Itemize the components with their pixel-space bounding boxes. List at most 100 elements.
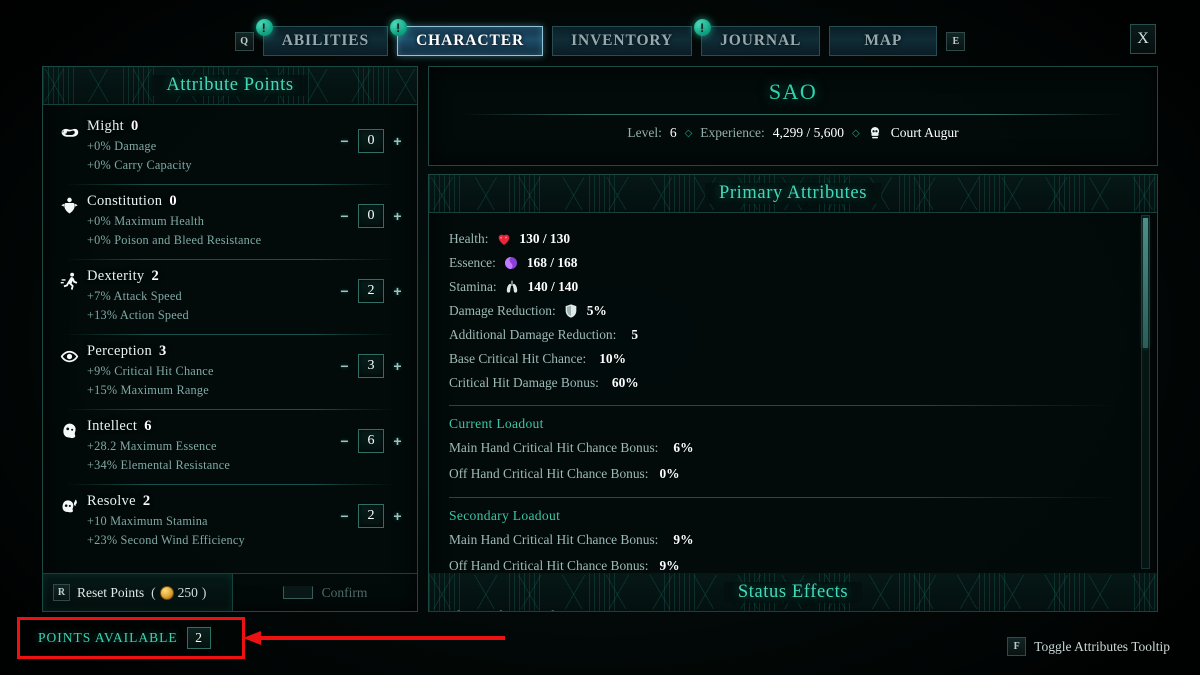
character-info-panel: SAO Level: 6 ◇ Experience: 4,299 / 5,600… (428, 66, 1158, 166)
stat-row-additional-damage-reduction: Additional Damage Reduction: 5 (449, 323, 1157, 347)
decrement-button[interactable]: − (337, 134, 352, 149)
level-value: 6 (669, 125, 677, 140)
notification-badge-icon: ! (694, 19, 712, 36)
next-tab-key-hint: E (946, 31, 966, 51)
status-effect-item: Elemental Accumulation (449, 608, 582, 611)
confirm-button[interactable]: Confirm (233, 574, 417, 611)
tab-abilities[interactable]: ! ABILITIES (255, 19, 389, 56)
crit-damage-bonus-label: Critical Hit Damage Bonus: (449, 375, 599, 390)
toggle-attributes-tooltip-hint[interactable]: F Toggle Attributes Tooltip (1007, 637, 1170, 656)
attribute-value: 2 (358, 279, 384, 303)
tab-character[interactable]: ! CHARACTER (390, 19, 544, 56)
stat-row-essence: Essence: 168 / 168 (449, 251, 1157, 275)
stat-row-current-offhand-crit: Off Hand Critical Hit Chance Bonus: 0% (449, 461, 1157, 487)
attribute-name-resolve: Resolve 2 (87, 493, 151, 509)
tab-inventory[interactable]: INVENTORY (552, 26, 693, 56)
attribute-points-panel: Attribute Points Might 0 +0% Damage +0% C… (42, 66, 418, 612)
attribute-row-perception: Perception 3 +9% Critical Hit Chance +15%… (43, 334, 417, 409)
points-available-value: 2 (186, 627, 211, 649)
tab-map[interactable]: MAP (829, 26, 938, 56)
attribute-row-constitution: Constitution 0 +0% Maximum Health +0% Poi… (43, 184, 417, 259)
stat-row-health: Health: 130 / 130 (449, 227, 1157, 251)
current-mainhand-crit-value: 6% (673, 440, 694, 455)
essence-value: 168 / 168 (526, 255, 578, 270)
decrement-button[interactable]: − (337, 209, 352, 224)
attribute-bonus: +9% Critical Hit Chance (87, 364, 214, 378)
primary-attributes-panel: Primary Attributes Health: 130 / 130 Ess… (428, 174, 1158, 612)
health-value: 130 / 130 (519, 231, 571, 246)
current-offhand-crit-label: Off Hand Critical Hit Chance Bonus: (449, 466, 649, 481)
decrement-button[interactable]: − (337, 284, 352, 299)
increment-button[interactable]: + (390, 284, 405, 299)
stat-row-damage-reduction: Damage Reduction: 5% (449, 299, 1157, 323)
points-available-label: POINTS AVAILABLE (38, 630, 178, 645)
current-offhand-crit-value: 0% (659, 466, 680, 481)
attribute-panel-footer: R Reset Points ( 250 ) Confirm (43, 573, 417, 611)
decrement-button[interactable]: − (337, 509, 352, 524)
tab-character-label: CHARACTER (416, 32, 525, 49)
scrollbar-track[interactable] (1141, 215, 1150, 569)
tab-journal-label: JOURNAL (720, 32, 802, 49)
notification-badge-icon: ! (255, 19, 273, 36)
divider (449, 497, 1119, 498)
close-button[interactable]: X (1130, 24, 1156, 54)
damage-reduction-label: Damage Reduction: (449, 303, 556, 318)
attribute-bonus: +0% Damage (87, 139, 157, 153)
gold-coin-icon (159, 585, 174, 600)
attribute-row-intellect: Intellect 6 +28.2 Maximum Essence +34% El… (43, 409, 417, 484)
annotation-arrow-icon (243, 631, 505, 645)
attribute-bonus: +0% Maximum Health (87, 214, 205, 228)
status-effects-title: Status Effects (723, 581, 863, 603)
primary-attributes-header: Primary Attributes (429, 175, 1157, 213)
eye-icon (57, 344, 81, 368)
increment-button[interactable]: + (390, 209, 405, 224)
stat-row-current-mainhand-crit: Main Hand Critical Hit Chance Bonus: 6% (449, 435, 1157, 461)
attribute-points-title: Attribute Points (152, 75, 308, 96)
stat-row-secondary-mainhand-crit: Main Hand Critical Hit Chance Bonus: 9% (449, 527, 1157, 553)
increment-button[interactable]: + (390, 359, 405, 374)
increment-button[interactable]: + (390, 134, 405, 149)
attribute-name-might: Might 0 (87, 118, 139, 134)
reset-points-label: Reset Points (77, 584, 145, 600)
additional-damage-reduction-value: 5 (631, 327, 639, 342)
tooltip-hint-label: Toggle Attributes Tooltip (1034, 638, 1170, 654)
character-name: SAO (768, 79, 818, 104)
stat-row-stamina: Stamina: 140 / 140 (449, 275, 1157, 299)
attribute-row-dexterity: Dexterity 2 +7% Attack Speed +13% Action … (43, 259, 417, 334)
points-available-indicator: POINTS AVAILABLE 2 (24, 620, 236, 656)
head-brain-icon (57, 419, 81, 443)
decrement-button[interactable]: − (337, 434, 352, 449)
lungs-icon (504, 279, 521, 296)
secondary-offhand-crit-label: Off Hand Critical Hit Chance Bonus: (449, 558, 649, 573)
primary-attributes-title: Primary Attributes (705, 183, 881, 204)
attribute-name-constitution: Constitution 0 (87, 193, 177, 209)
tab-journal[interactable]: ! JOURNAL (694, 19, 821, 56)
class-name: Court Augur (890, 125, 959, 140)
scrollbar-thumb[interactable] (1143, 218, 1148, 348)
attribute-bonus: +13% Action Speed (87, 308, 189, 322)
tab-abilities-label: ABILITIES (281, 32, 370, 49)
divider (463, 114, 1123, 115)
attribute-stepper-resolve: − 2 + (337, 504, 405, 528)
game-screen: Q ! ABILITIES ! CHARACTER INVENTORY ! JO… (0, 0, 1200, 675)
essence-orb-icon (503, 255, 520, 272)
increment-button[interactable]: + (390, 509, 405, 524)
attribute-bonus: +7% Attack Speed (87, 289, 182, 303)
decrement-button[interactable]: − (337, 359, 352, 374)
increment-button[interactable]: + (390, 434, 405, 449)
augur-skull-icon (868, 126, 883, 141)
secondary-mainhand-crit-value: 9% (673, 532, 694, 547)
status-effects-header: Status Effects Elemental Accumulation (429, 573, 1157, 612)
base-crit-chance-value: 10% (599, 351, 626, 366)
reset-points-button[interactable]: R Reset Points ( 250 ) (43, 574, 233, 611)
attribute-bonus: +0% Poison and Bleed Resistance (87, 233, 262, 247)
prev-tab-key-hint: Q (234, 31, 254, 51)
constitution-torso-icon (57, 194, 81, 218)
attribute-value: 2 (358, 504, 384, 528)
attribute-stepper-perception: − 3 + (337, 354, 405, 378)
attribute-stepper-might: − 0 + (337, 129, 405, 153)
health-label: Health: (449, 231, 489, 246)
current-mainhand-crit-label: Main Hand Critical Hit Chance Bonus: (449, 440, 659, 455)
attribute-bonus: +0% Carry Capacity (87, 158, 192, 172)
reset-cost: ( 250 ) (151, 584, 207, 600)
